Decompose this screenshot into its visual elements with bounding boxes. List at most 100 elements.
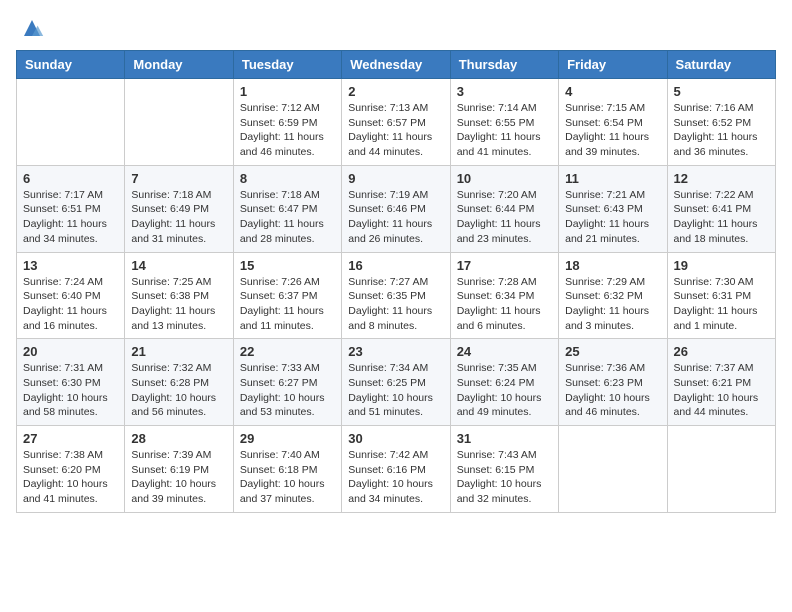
calendar-cell: 6Sunrise: 7:17 AM Sunset: 6:51 PM Daylig… [17, 165, 125, 252]
calendar-cell: 26 Sunrise: 7:37 AM Sunset: 6:21 PM Dayli… [667, 339, 775, 426]
cell-sun-info: Sunrise: 7:24 AM Sunset: 6:40 PM Dayligh… [23, 275, 118, 334]
col-header-monday: Monday [125, 51, 233, 79]
calendar-cell: 1 Sunrise: 7:12 AM Sunset: 6:59 PM Daylig… [233, 79, 341, 166]
cell-sun-info: Sunrise: 7:27 AM Sunset: 6:35 PM Dayligh… [348, 275, 443, 334]
cell-sun-info: Sunrise: 7:26 AM Sunset: 6:37 PM Dayligh… [240, 275, 335, 334]
cell-sun-info: Sunrise: 7:22 AM Sunset: 6:41 PM Dayligh… [674, 188, 769, 247]
calendar-cell: 24 Sunrise: 7:35 AM Sunset: 6:24 PM Dayli… [450, 339, 558, 426]
col-header-wednesday: Wednesday [342, 51, 450, 79]
calendar-week-2: 6Sunrise: 7:17 AM Sunset: 6:51 PM Daylig… [17, 165, 776, 252]
calendar-cell: 4Sunrise: 7:15 AM Sunset: 6:54 PM Daylig… [559, 79, 667, 166]
cell-sun-info: Sunrise: 7:18 AM Sunset: 6:47 PM Dayligh… [240, 188, 335, 247]
day-number: 12 [674, 171, 769, 186]
day-number: 18 [565, 258, 660, 273]
cell-sun-info: Sunrise: 7:29 AM Sunset: 6:32 PM Dayligh… [565, 275, 660, 334]
day-number: 15 [240, 258, 335, 273]
cell-sun-info: Sunrise: 7:33 AM Sunset: 6:27 PM Dayligh… [240, 361, 335, 420]
calendar-cell: 7Sunrise: 7:18 AM Sunset: 6:49 PM Daylig… [125, 165, 233, 252]
cell-sun-info: Sunrise: 7:12 AM Sunset: 6:59 PM Dayligh… [240, 101, 335, 160]
calendar-cell: 21 Sunrise: 7:32 AM Sunset: 6:28 PM Dayli… [125, 339, 233, 426]
cell-sun-info: Sunrise: 7:42 AM Sunset: 6:16 PM Dayligh… [348, 448, 443, 507]
day-number: 28 [131, 431, 226, 446]
day-number: 14 [131, 258, 226, 273]
calendar-header-row: SundayMondayTuesdayWednesdayThursdayFrid… [17, 51, 776, 79]
cell-sun-info: Sunrise: 7:40 AM Sunset: 6:18 PM Dayligh… [240, 448, 335, 507]
cell-sun-info: Sunrise: 7:38 AM Sunset: 6:20 PM Dayligh… [23, 448, 118, 507]
calendar-cell: 22 Sunrise: 7:33 AM Sunset: 6:27 PM Dayli… [233, 339, 341, 426]
calendar-cell: 2 Sunrise: 7:13 AM Sunset: 6:57 PM Daylig… [342, 79, 450, 166]
calendar-cell [17, 79, 125, 166]
cell-sun-info: Sunrise: 7:36 AM Sunset: 6:23 PM Dayligh… [565, 361, 660, 420]
calendar-cell: 23 Sunrise: 7:34 AM Sunset: 6:25 PM Dayli… [342, 339, 450, 426]
day-number: 9 [348, 171, 443, 186]
logo [16, 16, 44, 40]
col-header-tuesday: Tuesday [233, 51, 341, 79]
calendar-table: SundayMondayTuesdayWednesdayThursdayFrid… [16, 50, 776, 513]
calendar-cell: 15 Sunrise: 7:26 AM Sunset: 6:37 PM Dayli… [233, 252, 341, 339]
col-header-thursday: Thursday [450, 51, 558, 79]
cell-sun-info: Sunrise: 7:20 AM Sunset: 6:44 PM Dayligh… [457, 188, 552, 247]
calendar-cell: 12 Sunrise: 7:22 AM Sunset: 6:41 PM Dayli… [667, 165, 775, 252]
day-number: 7 [131, 171, 226, 186]
cell-sun-info: Sunrise: 7:35 AM Sunset: 6:24 PM Dayligh… [457, 361, 552, 420]
day-number: 8 [240, 171, 335, 186]
calendar-cell: 30 Sunrise: 7:42 AM Sunset: 6:16 PM Dayli… [342, 426, 450, 513]
day-number: 17 [457, 258, 552, 273]
cell-sun-info: Sunrise: 7:32 AM Sunset: 6:28 PM Dayligh… [131, 361, 226, 420]
cell-sun-info: Sunrise: 7:31 AM Sunset: 6:30 PM Dayligh… [23, 361, 118, 420]
col-header-friday: Friday [559, 51, 667, 79]
day-number: 10 [457, 171, 552, 186]
day-number: 31 [457, 431, 552, 446]
calendar-cell: 11Sunrise: 7:21 AM Sunset: 6:43 PM Dayli… [559, 165, 667, 252]
day-number: 22 [240, 344, 335, 359]
cell-sun-info: Sunrise: 7:30 AM Sunset: 6:31 PM Dayligh… [674, 275, 769, 334]
day-number: 1 [240, 84, 335, 99]
calendar-cell: 20 Sunrise: 7:31 AM Sunset: 6:30 PM Dayli… [17, 339, 125, 426]
calendar-cell: 9Sunrise: 7:19 AM Sunset: 6:46 PM Daylig… [342, 165, 450, 252]
col-header-saturday: Saturday [667, 51, 775, 79]
cell-sun-info: Sunrise: 7:28 AM Sunset: 6:34 PM Dayligh… [457, 275, 552, 334]
calendar-cell: 28 Sunrise: 7:39 AM Sunset: 6:19 PM Dayli… [125, 426, 233, 513]
day-number: 25 [565, 344, 660, 359]
cell-sun-info: Sunrise: 7:17 AM Sunset: 6:51 PM Dayligh… [23, 188, 118, 247]
calendar-week-5: 27 Sunrise: 7:38 AM Sunset: 6:20 PM Dayli… [17, 426, 776, 513]
day-number: 24 [457, 344, 552, 359]
cell-sun-info: Sunrise: 7:39 AM Sunset: 6:19 PM Dayligh… [131, 448, 226, 507]
logo-icon [20, 16, 44, 40]
day-number: 19 [674, 258, 769, 273]
col-header-sunday: Sunday [17, 51, 125, 79]
page-header [16, 16, 776, 40]
day-number: 26 [674, 344, 769, 359]
day-number: 4 [565, 84, 660, 99]
calendar-week-4: 20 Sunrise: 7:31 AM Sunset: 6:30 PM Dayli… [17, 339, 776, 426]
day-number: 30 [348, 431, 443, 446]
calendar-cell: 17 Sunrise: 7:28 AM Sunset: 6:34 PM Dayli… [450, 252, 558, 339]
calendar-cell: 19 Sunrise: 7:30 AM Sunset: 6:31 PM Dayli… [667, 252, 775, 339]
calendar-cell [559, 426, 667, 513]
day-number: 29 [240, 431, 335, 446]
cell-sun-info: Sunrise: 7:34 AM Sunset: 6:25 PM Dayligh… [348, 361, 443, 420]
cell-sun-info: Sunrise: 7:25 AM Sunset: 6:38 PM Dayligh… [131, 275, 226, 334]
cell-sun-info: Sunrise: 7:37 AM Sunset: 6:21 PM Dayligh… [674, 361, 769, 420]
cell-sun-info: Sunrise: 7:16 AM Sunset: 6:52 PM Dayligh… [674, 101, 769, 160]
calendar-cell [125, 79, 233, 166]
day-number: 23 [348, 344, 443, 359]
day-number: 3 [457, 84, 552, 99]
calendar-cell [667, 426, 775, 513]
calendar-week-3: 13Sunrise: 7:24 AM Sunset: 6:40 PM Dayli… [17, 252, 776, 339]
calendar-cell: 31Sunrise: 7:43 AM Sunset: 6:15 PM Dayli… [450, 426, 558, 513]
calendar-cell: 3Sunrise: 7:14 AM Sunset: 6:55 PM Daylig… [450, 79, 558, 166]
day-number: 5 [674, 84, 769, 99]
day-number: 2 [348, 84, 443, 99]
calendar-cell: 5 Sunrise: 7:16 AM Sunset: 6:52 PM Daylig… [667, 79, 775, 166]
day-number: 27 [23, 431, 118, 446]
calendar-cell: 25 Sunrise: 7:36 AM Sunset: 6:23 PM Dayli… [559, 339, 667, 426]
day-number: 21 [131, 344, 226, 359]
calendar-cell: 18 Sunrise: 7:29 AM Sunset: 6:32 PM Dayli… [559, 252, 667, 339]
cell-sun-info: Sunrise: 7:21 AM Sunset: 6:43 PM Dayligh… [565, 188, 660, 247]
cell-sun-info: Sunrise: 7:13 AM Sunset: 6:57 PM Dayligh… [348, 101, 443, 160]
calendar-cell: 13Sunrise: 7:24 AM Sunset: 6:40 PM Dayli… [17, 252, 125, 339]
calendar-cell: 16Sunrise: 7:27 AM Sunset: 6:35 PM Dayli… [342, 252, 450, 339]
calendar-cell: 8 Sunrise: 7:18 AM Sunset: 6:47 PM Daylig… [233, 165, 341, 252]
day-number: 20 [23, 344, 118, 359]
